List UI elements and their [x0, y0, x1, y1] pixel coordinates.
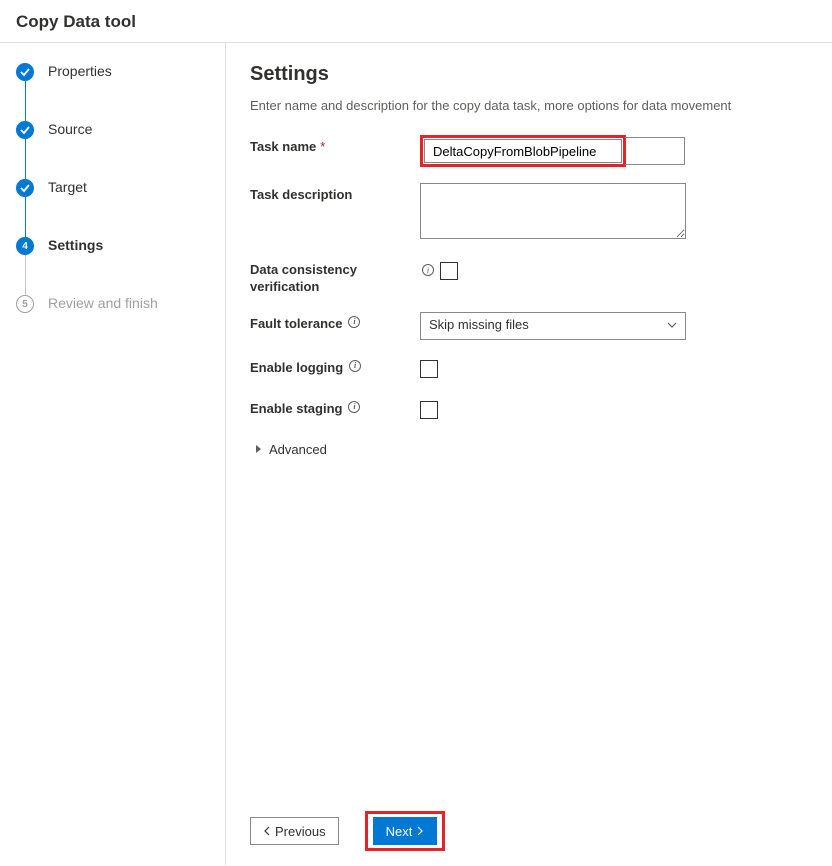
fault-tolerance-select[interactable]: Skip missing files — [420, 312, 686, 340]
data-consistency-row: Data consistency verification i — [250, 258, 802, 296]
step-connector — [25, 81, 26, 121]
step-connector — [25, 139, 26, 179]
enable-logging-checkbox[interactable] — [420, 360, 438, 378]
enable-staging-row: Enable staging i — [250, 397, 802, 422]
data-consistency-checkbox[interactable] — [440, 262, 458, 280]
wizard-sidebar: Properties Source Target 4 Settings 5 Re… — [0, 43, 225, 865]
page-subtitle: Enter name and description for the copy … — [250, 98, 802, 113]
step-target[interactable]: Target — [16, 179, 209, 237]
chevron-left-icon — [263, 824, 271, 839]
step-label: Source — [48, 121, 92, 137]
tool-header: Copy Data tool — [0, 0, 832, 43]
step-label: Settings — [48, 237, 103, 253]
advanced-toggle[interactable]: Advanced — [256, 442, 802, 457]
checkmark-icon — [16, 179, 34, 197]
fault-tolerance-label: Fault tolerance i — [250, 312, 420, 333]
main-content: Settings Enter name and description for … — [225, 43, 832, 865]
info-icon[interactable]: i — [348, 316, 360, 328]
previous-button[interactable]: Previous — [250, 817, 339, 845]
next-button[interactable]: Next — [373, 817, 438, 845]
step-number-icon: 5 — [16, 295, 34, 313]
step-connector — [25, 255, 26, 295]
enable-staging-label: Enable staging i — [250, 397, 420, 418]
info-icon[interactable]: i — [349, 360, 361, 372]
info-icon[interactable]: i — [348, 401, 360, 413]
task-description-label: Task description — [250, 183, 420, 204]
highlight-next: Next — [365, 811, 446, 851]
page-title: Settings — [250, 63, 802, 86]
chevron-right-icon — [256, 445, 261, 453]
task-description-input[interactable] — [420, 183, 686, 239]
step-label: Target — [48, 179, 87, 195]
highlight-task-name — [420, 135, 626, 167]
step-settings[interactable]: 4 Settings — [16, 237, 209, 295]
tool-title: Copy Data tool — [16, 12, 816, 32]
task-name-label: Task name * — [250, 135, 420, 156]
enable-logging-row: Enable logging i — [250, 356, 802, 381]
step-label: Properties — [48, 63, 112, 79]
required-asterisk: * — [320, 139, 325, 156]
checkmark-icon — [16, 121, 34, 139]
step-number-icon: 4 — [16, 237, 34, 255]
enable-logging-label: Enable logging i — [250, 356, 420, 377]
chevron-right-icon — [416, 824, 424, 839]
step-source[interactable]: Source — [16, 121, 209, 179]
advanced-label: Advanced — [269, 442, 327, 457]
footer-buttons: Previous Next — [250, 811, 445, 851]
input-extension — [625, 137, 685, 165]
step-connector — [25, 197, 26, 237]
enable-staging-checkbox[interactable] — [420, 401, 438, 419]
task-name-row: Task name * — [250, 135, 802, 167]
task-name-input[interactable] — [424, 139, 622, 163]
info-icon[interactable]: i — [422, 264, 434, 276]
task-description-row: Task description — [250, 183, 802, 242]
data-consistency-label: Data consistency verification — [250, 258, 420, 296]
step-label: Review and finish — [48, 295, 158, 311]
step-review-and-finish[interactable]: 5 Review and finish — [16, 295, 209, 313]
checkmark-icon — [16, 63, 34, 81]
fault-tolerance-row: Fault tolerance i Skip missing files — [250, 312, 802, 340]
step-properties[interactable]: Properties — [16, 63, 209, 121]
